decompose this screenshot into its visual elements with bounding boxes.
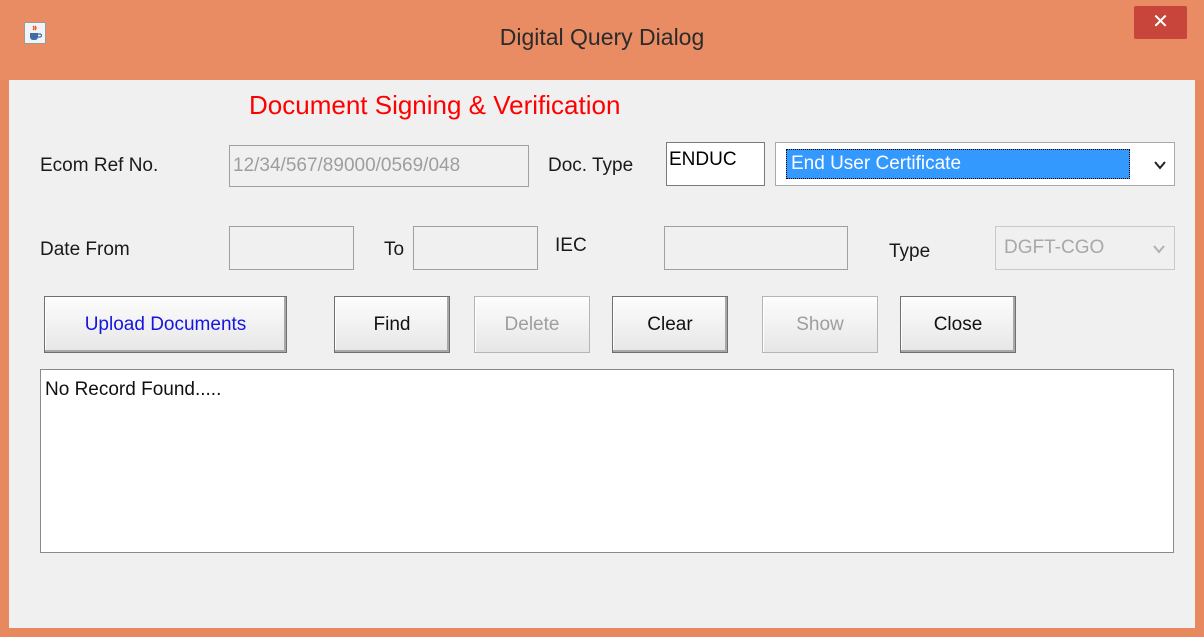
type-selected: DGFT-CGO — [1004, 237, 1105, 258]
upload-documents-button[interactable]: Upload Documents — [44, 296, 287, 353]
date-to-field[interactable] — [413, 226, 538, 270]
section-heading: Document Signing & Verification — [249, 90, 621, 120]
type-label: Type — [889, 241, 931, 262]
doc-type-label: Doc. Type — [548, 155, 634, 176]
doc-type-selected: End User Certificate — [786, 149, 1130, 179]
title-bar: Digital Query Dialog ✕ — [0, 0, 1204, 80]
ecom-ref-label: Ecom Ref No. — [40, 155, 159, 176]
close-button[interactable]: Close — [900, 296, 1016, 353]
chevron-down-icon — [1153, 245, 1165, 254]
date-from-field[interactable] — [229, 226, 354, 270]
no-record-message: No Record Found..... — [45, 379, 222, 400]
iec-field[interactable] — [664, 226, 848, 270]
find-button[interactable]: Find — [334, 296, 450, 353]
show-button[interactable]: Show — [762, 296, 878, 353]
window-title: Digital Query Dialog — [499, 24, 705, 50]
dialog-body: Document Signing & Verification Ecom Ref… — [9, 80, 1195, 628]
delete-button[interactable]: Delete — [474, 296, 590, 353]
doc-type-dropdown[interactable]: End User Certificate — [775, 142, 1175, 186]
ecom-ref-field[interactable]: 12/34/567/89000/0569/048 — [229, 145, 529, 187]
type-dropdown[interactable]: DGFT-CGO — [995, 226, 1175, 270]
close-window-button[interactable]: ✕ — [1134, 6, 1187, 39]
close-icon: ✕ — [1152, 11, 1169, 33]
clear-button[interactable]: Clear — [612, 296, 728, 353]
chevron-down-icon — [1154, 161, 1166, 170]
results-panel[interactable]: No Record Found..... — [40, 369, 1174, 553]
doc-type-code-field[interactable]: ENDUC — [666, 142, 765, 186]
date-from-label: Date From — [40, 239, 130, 260]
date-to-label: To — [384, 239, 405, 260]
iec-label: IEC — [555, 235, 587, 256]
